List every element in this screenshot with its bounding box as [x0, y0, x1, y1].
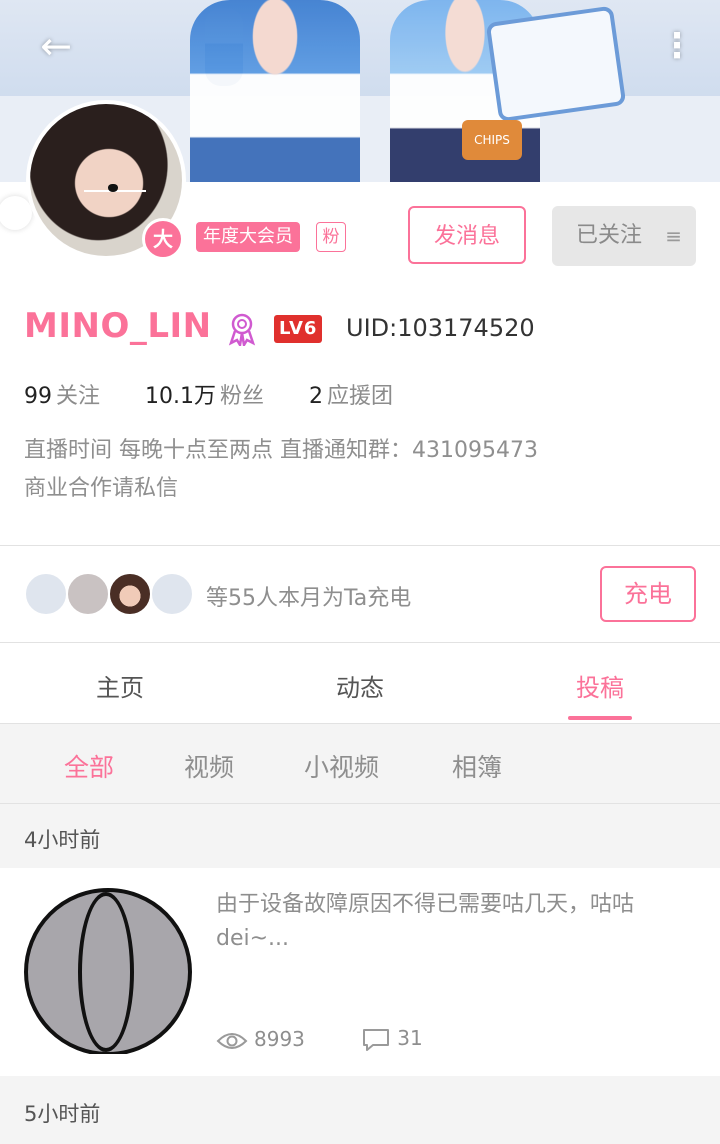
stat-following[interactable]: 99 关注: [24, 378, 100, 410]
post-meta: 8993 31: [216, 1026, 473, 1053]
follow-button[interactable]: 已关注 ≡: [552, 206, 696, 266]
profile-tabs: 主页 动态 投稿: [0, 644, 720, 724]
banner-character-left: [190, 0, 360, 182]
filter-all[interactable]: 全部: [64, 748, 114, 784]
menu-icon: ≡: [665, 224, 682, 248]
uid-text: UID:103174520: [346, 314, 535, 342]
stat-value: 10.1万: [145, 384, 217, 409]
feed-post[interactable]: 由于设备故障原因不得已需要咕几天，咕咕dei~... 8993 31: [0, 868, 720, 1076]
feed-time-header: 5小时前: [0, 1076, 720, 1144]
post-thumbnail[interactable]: [24, 886, 192, 1054]
eye-icon: [216, 1032, 248, 1049]
stat-value: 99: [24, 384, 52, 409]
tab-dynamics[interactable]: 动态: [300, 668, 420, 703]
post-title: 由于设备故障原因不得已需要咕几天，咕咕dei~...: [216, 892, 635, 951]
charge-button[interactable]: 充电: [600, 566, 696, 622]
arrow-left-icon: ←: [40, 24, 72, 68]
content-filter-tabs: 全部 视频 小视频 相簿: [0, 724, 720, 804]
message-button[interactable]: 发消息: [408, 206, 526, 264]
charger-avatar: [150, 572, 194, 616]
more-vertical-icon: ⋮: [660, 26, 694, 66]
feed-time: 5小时前: [24, 1102, 101, 1126]
avatar-nose: [108, 184, 118, 192]
divider: [0, 545, 720, 546]
divider: [0, 642, 720, 643]
tab-submissions[interactable]: 投稿: [540, 668, 660, 703]
more-button[interactable]: ⋮: [660, 26, 694, 66]
stat-value: 2: [309, 384, 324, 409]
follow-button-label: 已关注: [576, 223, 643, 248]
charge-text: 等55人本月为Ta充电: [206, 586, 412, 611]
banner-chips: CHIPS: [462, 120, 522, 160]
charger-avatar: [66, 572, 110, 616]
back-button[interactable]: ←: [34, 26, 78, 66]
comment-icon: [363, 1028, 390, 1051]
charger-avatar: [108, 572, 152, 616]
views-count: 8993: [254, 1027, 305, 1052]
feed-time-header: 4小时前: [0, 804, 720, 868]
banner-monitor: [485, 5, 627, 123]
avatar-badge: 大: [142, 218, 184, 260]
vip-tag: 年度大会员: [196, 222, 300, 252]
stat-followers[interactable]: 10.1万 粉丝: [145, 378, 264, 410]
medal-icon[interactable]: [226, 312, 258, 346]
post-comments: 31: [361, 1026, 423, 1053]
bio-line: 直播时间 每晚十点至两点 直播通知群：431095473: [24, 438, 538, 463]
filter-short-video[interactable]: 小视频: [304, 748, 379, 784]
user-name: MINO_LIN: [24, 306, 212, 346]
feed-time: 4小时前: [24, 828, 101, 852]
charger-avatar: [24, 572, 68, 616]
stat-support-groups[interactable]: 2 应援团: [309, 378, 393, 410]
active-tab-indicator: [568, 716, 632, 720]
filter-video[interactable]: 视频: [184, 748, 234, 784]
tab-home[interactable]: 主页: [60, 668, 180, 703]
profile-stats: 99 关注 10.1万 粉丝 2 应援团: [24, 378, 431, 410]
profile-bio: 直播时间 每晚十点至两点 直播通知群：431095473 商业合作请私信: [24, 432, 694, 508]
level-badge: LV6: [274, 315, 323, 343]
comments-count: 31: [397, 1026, 423, 1051]
bio-line: 商业合作请私信: [24, 476, 179, 501]
filter-album[interactable]: 相簿: [452, 748, 502, 784]
thumbnail-band: [78, 892, 134, 1052]
fan-tag: 粉: [316, 222, 346, 252]
stat-label: 关注: [56, 384, 101, 409]
scroll-indicator: [0, 196, 32, 230]
stat-label: 粉丝: [220, 384, 265, 409]
post-views: 8993: [216, 1027, 305, 1052]
stat-label: 应援团: [327, 384, 394, 409]
